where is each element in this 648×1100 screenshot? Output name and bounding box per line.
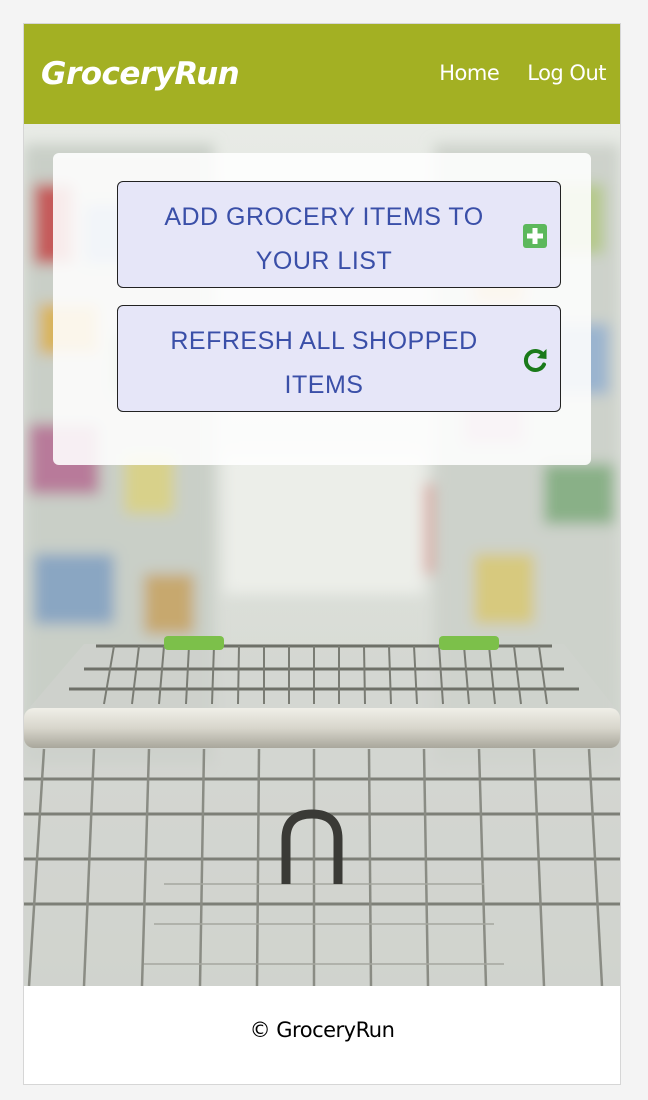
brand-logo[interactable]: GroceryRun <box>41 54 240 94</box>
add-grocery-items-button[interactable]: ADD GROCERY ITEMS TO YOUR LIST <box>117 181 561 288</box>
copyright-text: © GroceryRun <box>249 1018 395 1042</box>
nav-home-link[interactable]: Home <box>439 60 500 86</box>
plus-square-icon <box>523 224 547 248</box>
refresh-shopped-items-button[interactable]: REFRESH ALL SHOPPED ITEMS <box>117 305 561 412</box>
refresh-shopped-items-label: REFRESH ALL SHOPPED ITEMS <box>170 327 478 399</box>
add-grocery-items-label: ADD GROCERY ITEMS TO YOUR LIST <box>164 203 484 275</box>
nav-logout-link[interactable]: Log Out <box>527 60 606 86</box>
refresh-icon <box>523 348 547 372</box>
footer: © GroceryRun <box>24 986 620 1084</box>
nav-links: Home Log Out <box>439 60 606 86</box>
navbar: GroceryRun Home Log Out <box>24 24 620 124</box>
actions-panel: ADD GROCERY ITEMS TO YOUR LIST REFRESH A… <box>53 153 591 465</box>
app-frame: GroceryRun Home Log Out ADD GROCERY ITEM… <box>23 23 621 1085</box>
